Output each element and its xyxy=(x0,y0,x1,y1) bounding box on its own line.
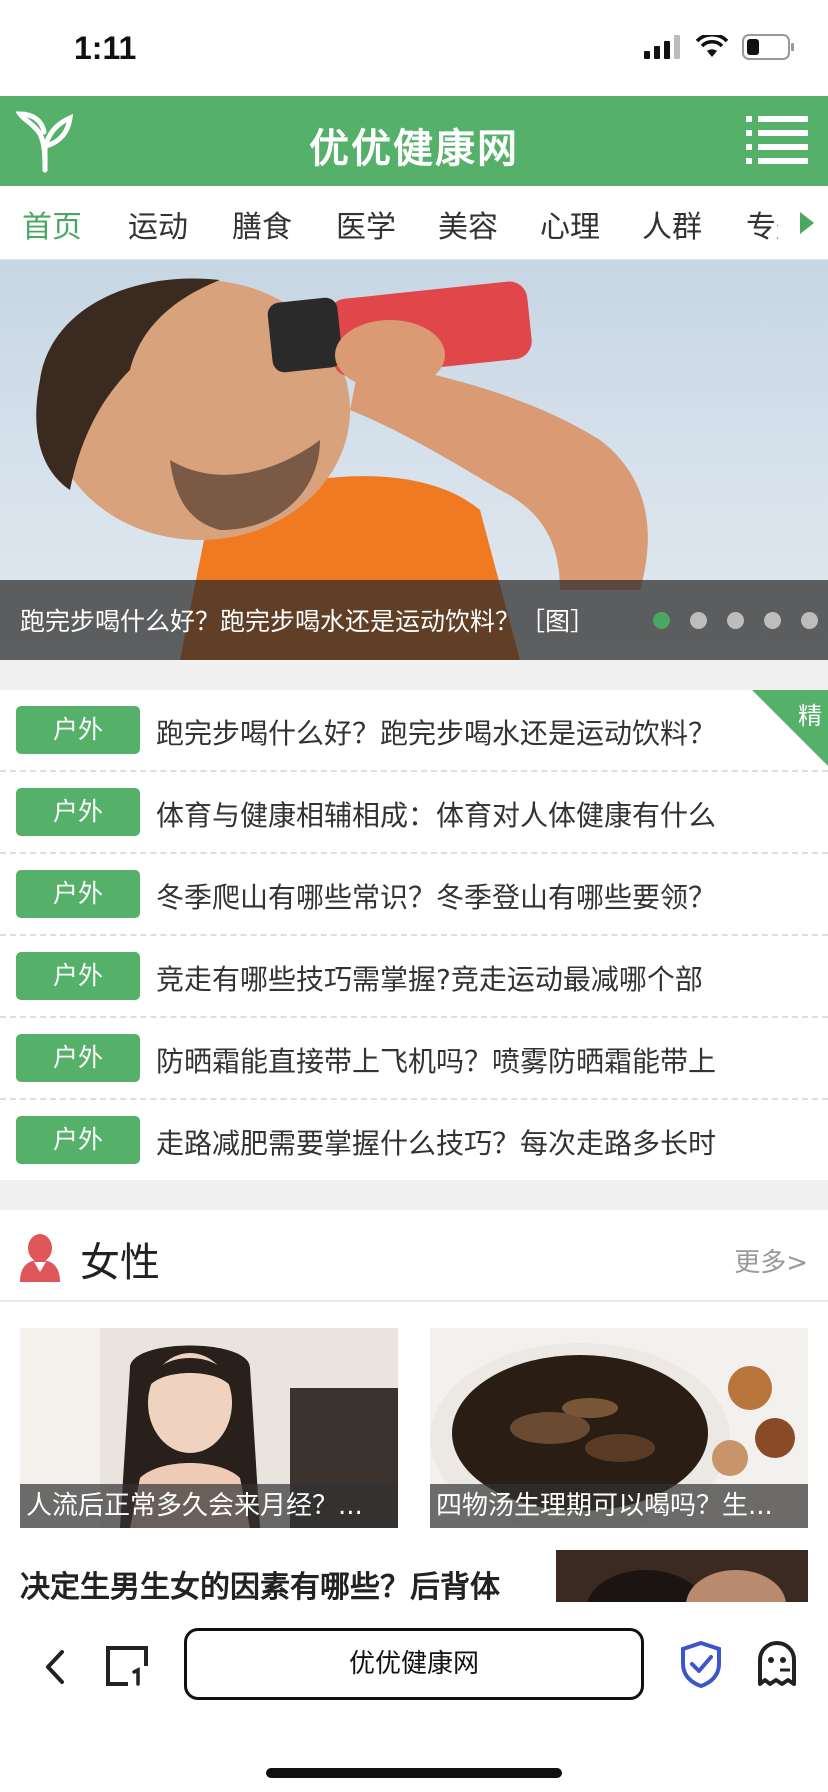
carousel-dots xyxy=(653,612,818,629)
news-item[interactable]: 户外 跑完步喝什么好？跑完步喝水还是运动饮料？ 精 xyxy=(0,690,828,772)
tab-medicine[interactable]: 医学 xyxy=(336,202,396,246)
section-divider xyxy=(0,660,828,690)
ghost-icon[interactable] xyxy=(756,1640,798,1688)
browser-toolbar: 优优健康网 xyxy=(0,1602,828,1792)
app-header: 优优健康网 xyxy=(0,96,828,186)
status-time: 1:11 xyxy=(74,30,137,66)
hero-banner[interactable]: 跑完步喝什么好？跑完步喝水还是运动饮料？［图］ xyxy=(0,260,828,660)
news-title[interactable]: 体育与健康相辅相成：体育对人体健康有什么 xyxy=(156,794,756,834)
news-item[interactable]: 户外 冬季爬山有哪些常识？冬季登山有哪些要领？ xyxy=(0,854,828,936)
news-tag[interactable]: 户外 xyxy=(16,788,140,836)
female-section: 女性 更多> 人流后正常多久会来月经？... 四物汤生理期可以喝吗？生... 决… xyxy=(0,1210,828,1610)
news-item[interactable]: 户外 竞走有哪些技巧需掌握?竞走运动最减哪个部 xyxy=(0,936,828,1018)
section-title: 女性 xyxy=(80,1240,160,1286)
card-caption: 四物汤生理期可以喝吗？生... xyxy=(430,1484,808,1528)
carousel-dot[interactable] xyxy=(727,612,744,629)
news-item[interactable]: 户外 走路减肥需要掌握什么技巧？每次走路多长时 xyxy=(0,1100,828,1182)
carousel-dot[interactable] xyxy=(690,612,707,629)
address-bar[interactable]: 优优健康网 xyxy=(184,1628,644,1700)
tab-diet[interactable]: 膳食 xyxy=(232,202,292,246)
tab-beauty[interactable]: 美容 xyxy=(438,202,498,246)
app-title: 优优健康网 xyxy=(309,126,519,172)
tab-home[interactable]: 首页 xyxy=(22,202,82,246)
news-item[interactable]: 户外 防晒霜能直接带上飞机吗？喷雾防晒霜能带上 xyxy=(0,1018,828,1100)
news-title[interactable]: 防晒霜能直接带上飞机吗？喷雾防晒霜能带上 xyxy=(156,1040,756,1080)
news-title[interactable]: 竞走有哪些技巧需掌握?竞走运动最减哪个部 xyxy=(156,958,756,998)
news-tag[interactable]: 户外 xyxy=(16,870,140,918)
carousel-dot[interactable] xyxy=(801,612,818,629)
news-tag[interactable]: 户外 xyxy=(16,1116,140,1164)
banner-caption[interactable]: 跑完步喝什么好？跑完步喝水还是运动饮料？［图］ xyxy=(20,602,595,638)
news-title[interactable]: 冬季爬山有哪些常识？冬季登山有哪些要领？ xyxy=(156,876,756,916)
carousel-dot[interactable] xyxy=(653,612,670,629)
article-thumbnail[interactable] xyxy=(556,1550,808,1610)
article-card[interactable]: 四物汤生理期可以喝吗？生... xyxy=(430,1328,808,1528)
home-indicator xyxy=(266,1768,562,1778)
news-item[interactable]: 户外 体育与健康相辅相成：体育对人体健康有什么 xyxy=(0,772,828,854)
battery-icon xyxy=(742,34,794,60)
featured-badge-label: 精 xyxy=(798,702,822,730)
article-title[interactable]: 决定生男生女的因素有哪些？后背体 xyxy=(20,1562,500,1606)
article-card[interactable]: 人流后正常多久会来月经？... xyxy=(20,1328,398,1528)
news-tag[interactable]: 户外 xyxy=(16,952,140,1000)
woman-icon xyxy=(20,1234,60,1282)
status-bar: 1:11 xyxy=(0,0,828,96)
menu-icon[interactable] xyxy=(746,114,808,166)
card-caption: 人流后正常多久会来月经？... xyxy=(20,1484,398,1528)
news-list: 户外 跑完步喝什么好？跑完步喝水还是运动饮料？ 精 户外 体育与健康相辅相成：体… xyxy=(0,690,828,1182)
shield-icon[interactable] xyxy=(680,1640,722,1688)
carousel-dot[interactable] xyxy=(764,612,781,629)
news-tag[interactable]: 户外 xyxy=(16,1034,140,1082)
banner-caption-bar: 跑完步喝什么好？跑完步喝水还是运动饮料？［图］ xyxy=(0,580,828,660)
tab-groups[interactable]: 人群 xyxy=(642,202,702,246)
section-header: 女性 更多> xyxy=(0,1210,828,1302)
tab-sports[interactable]: 运动 xyxy=(128,202,188,246)
news-title[interactable]: 走路减肥需要掌握什么技巧？每次走路多长时 xyxy=(156,1122,756,1162)
wifi-icon xyxy=(696,35,728,57)
status-icons xyxy=(644,34,796,60)
more-link[interactable]: 更多> xyxy=(734,1242,808,1279)
back-icon[interactable] xyxy=(40,1642,70,1692)
tabs-icon[interactable] xyxy=(104,1642,150,1690)
thumbnail-image xyxy=(556,1550,808,1610)
news-tag[interactable]: 户外 xyxy=(16,706,140,754)
signal-icon xyxy=(644,35,680,59)
news-title[interactable]: 跑完步喝什么好？跑完步喝水还是运动饮料？ xyxy=(156,712,756,752)
tabs-scroll-arrow-icon[interactable] xyxy=(800,212,814,234)
tab-psychology[interactable]: 心理 xyxy=(540,202,600,246)
section-divider xyxy=(0,1180,828,1210)
category-tabs: 首页 运动 膳食 医学 美容 心理 人群 专题 xyxy=(0,186,828,260)
